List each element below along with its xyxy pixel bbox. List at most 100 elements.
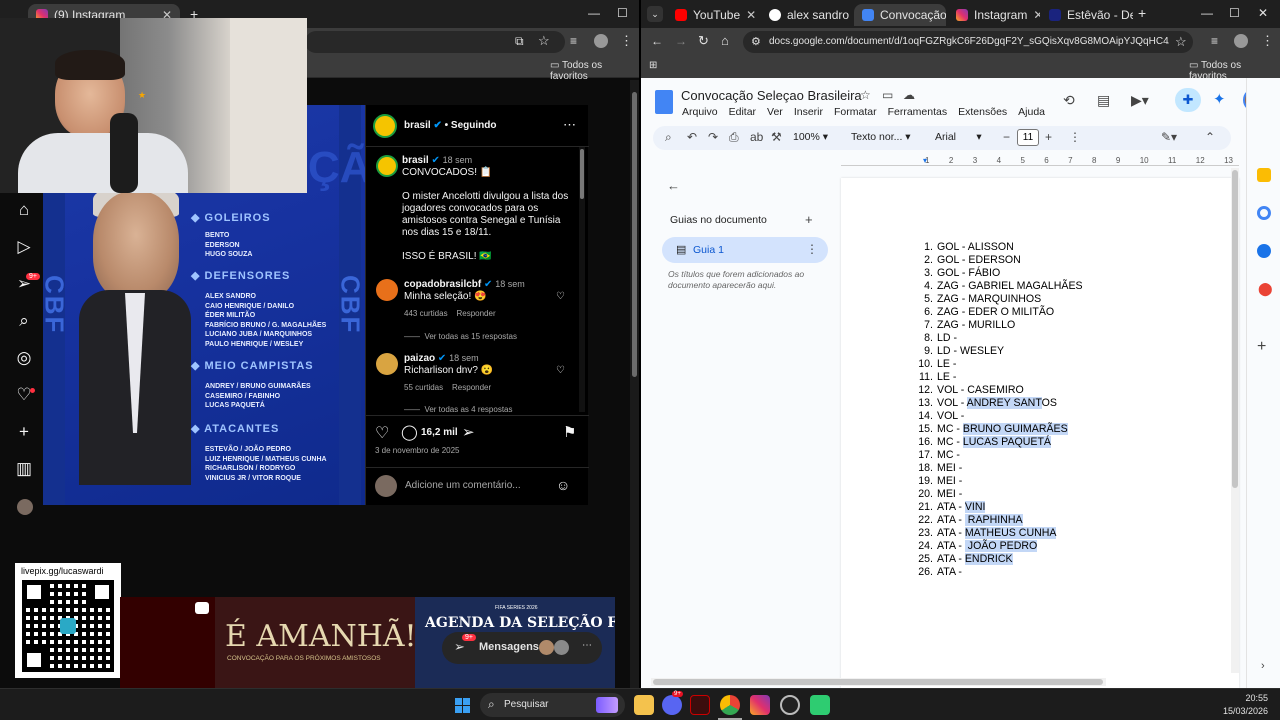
collapse-toolbar-icon[interactable]: ⌃	[1205, 130, 1215, 144]
url-text[interactable]: docs.google.com/document/d/1oqFGZRgkC6F2…	[769, 36, 1169, 47]
tab-search-icon[interactable]: ⌄	[647, 6, 663, 22]
menu-inserir[interactable]: Inserir	[794, 106, 823, 118]
bookmark-star-icon[interactable]: ☆	[1175, 34, 1187, 50]
close-window-icon[interactable]: ✕	[1258, 6, 1268, 20]
list-item[interactable]: 5. ZAG - MARQUINHOS	[917, 293, 1083, 306]
app-icon[interactable]	[690, 695, 710, 715]
more-options-icon[interactable]: ⋯	[563, 117, 576, 133]
list-item[interactable]: 11. LE -	[917, 371, 1083, 384]
list-item[interactable]: 9. LD - WESLEY	[917, 345, 1083, 358]
list-item[interactable]: 17. MC -	[917, 449, 1083, 462]
list-item[interactable]: 2. GOL - EDERSON	[917, 254, 1083, 267]
search-icon[interactable]: ⌕	[14, 311, 34, 331]
tab-instagram[interactable]: Instagram ✕	[948, 4, 1040, 26]
decrease-font-icon[interactable]: −	[1003, 130, 1010, 144]
menu-formatar[interactable]: Formatar	[834, 106, 877, 118]
meet-icon[interactable]: ▶▾	[1131, 92, 1149, 109]
discord-icon[interactable]	[662, 695, 682, 715]
font-size-input[interactable]: 11	[1017, 129, 1039, 146]
move-folder-icon[interactable]: ▭	[882, 88, 893, 102]
dashboard-icon[interactable]: ▥	[14, 459, 34, 479]
list-item[interactable]: 19. MEI -	[917, 475, 1083, 488]
docs-logo-icon[interactable]	[655, 90, 673, 114]
brasil-avatar[interactable]	[373, 114, 397, 138]
save-icon[interactable]: ⚑	[563, 423, 576, 441]
amanha-card[interactable]: É AMANHÃ! CONVOCAÇÃO PARA OS PRÓXIMOS AM…	[215, 597, 417, 688]
increase-font-icon[interactable]: +	[1045, 130, 1052, 144]
maximize-icon[interactable]: ☐	[1229, 6, 1240, 20]
caption-avatar[interactable]	[376, 155, 398, 177]
taskbar-search[interactable]: ⌕ Pesquisar	[480, 693, 625, 717]
horizontal-scrollbar[interactable]	[651, 678, 1106, 686]
doc-scrollbar[interactable]	[1231, 168, 1239, 673]
scrollbar-thumb[interactable]	[1232, 170, 1238, 488]
list-item[interactable]: 25. ATA - ENDRICK	[917, 553, 1083, 566]
share-icon[interactable]: ✚	[1175, 88, 1201, 112]
media-icon[interactable]: ≡	[1211, 34, 1218, 48]
star-icon[interactable]: ☆	[860, 88, 871, 102]
reply-link[interactable]: Responder	[452, 383, 491, 392]
media-icon[interactable]: ≡	[570, 34, 577, 48]
reels-icon[interactable]: ▷	[14, 237, 34, 257]
more-tools-icon[interactable]: ⋮	[1069, 130, 1081, 144]
forward-icon[interactable]: →	[675, 34, 687, 48]
obs-icon[interactable]	[780, 695, 800, 715]
windows-start-icon[interactable]	[455, 698, 470, 713]
tab-google[interactable]: alex sandro✕	[761, 4, 853, 26]
font-select[interactable]: Arial ▾	[935, 131, 982, 143]
menu-ferramentas[interactable]: Ferramentas	[888, 106, 948, 118]
list-item[interactable]: 1. GOL - ALISSON	[917, 241, 1083, 254]
site-info-icon[interactable]: ⚙	[751, 35, 761, 48]
print-icon[interactable]: ⎙	[729, 130, 739, 145]
bookmark-star-icon[interactable]: ☆	[538, 33, 550, 49]
address-bar[interactable]	[305, 31, 565, 53]
comment-input[interactable]: Adicione um comentário...	[405, 480, 521, 491]
scrollbar-thumb[interactable]	[632, 92, 637, 377]
scrollbar-thumb[interactable]	[580, 149, 584, 199]
profile-avatar[interactable]	[594, 34, 608, 48]
comment-avatar[interactable]	[376, 353, 398, 375]
comments-icon[interactable]: ▤	[1097, 92, 1110, 109]
minimize-icon[interactable]: —	[1201, 6, 1213, 20]
list-item[interactable]: 13. VOL - ANDREY SANTOS	[917, 397, 1083, 410]
profile-avatar[interactable]	[1234, 34, 1248, 48]
emoji-icon[interactable]: ☺	[556, 477, 570, 493]
scrollbar-thumb[interactable]	[653, 679, 1103, 685]
search-menus-icon[interactable]: ⌕	[665, 130, 672, 145]
history-icon[interactable]: ⟲	[1063, 92, 1075, 109]
list-item[interactable]: 21. ATA - VINI	[917, 501, 1083, 514]
view-replies-link[interactable]: —— Ver todas as 4 respostas	[404, 405, 513, 414]
view-replies-link[interactable]: —— Ver todas as 15 respostas	[404, 332, 517, 341]
instagram-app-icon[interactable]	[750, 695, 770, 715]
back-arrow-icon[interactable]: ←	[667, 178, 680, 193]
undo-icon[interactable]: ↶	[687, 130, 697, 144]
comment-icon[interactable]: ◯	[401, 423, 418, 441]
clock-date[interactable]: 15/03/2026	[1212, 706, 1268, 716]
list-item[interactable]: 14. VOL -	[917, 410, 1083, 423]
tab-guia-1[interactable]: ▤ Guia 1 ⋮	[662, 237, 828, 263]
list-item[interactable]: 22. ATA - RAPHINHA	[917, 514, 1083, 527]
menu-arquivo[interactable]: Arquivo	[682, 106, 718, 118]
apps-icon[interactable]: ⊞	[649, 60, 657, 71]
like-icon[interactable]: ♡	[375, 423, 389, 443]
app-icon-green[interactable]	[810, 695, 830, 715]
create-icon[interactable]: +	[14, 422, 34, 442]
add-tab-icon[interactable]: +	[805, 212, 813, 227]
comments-scrollbar[interactable]	[579, 147, 585, 412]
maximize-icon[interactable]: ☐	[617, 6, 628, 20]
home-icon[interactable]: ⌂	[14, 200, 34, 220]
tab-estevao[interactable]: Estêvão - De✕	[1041, 4, 1133, 26]
file-explorer-icon[interactable]	[634, 695, 654, 715]
like-comment-icon[interactable]: ♡	[556, 365, 565, 376]
editing-mode-icon[interactable]: ✎▾	[1161, 130, 1177, 144]
maps-icon[interactable]: ⬤	[1258, 281, 1273, 297]
list-item[interactable]: 23. ATA - MATHEUS CUNHA	[917, 527, 1083, 540]
list-item[interactable]: 12. VOL - CASEMIRO	[917, 384, 1083, 397]
new-tab-icon[interactable]: +	[1138, 5, 1146, 21]
list-item[interactable]: 10. LE -	[917, 358, 1083, 371]
list-item[interactable]: 8. LD -	[917, 332, 1083, 345]
explore-icon[interactable]: ◎	[14, 348, 34, 368]
list-item[interactable]: 3. GOL - FÁBIO	[917, 267, 1083, 280]
list-item[interactable]: 6. ZAG - EDER O MILITÃO	[917, 306, 1083, 319]
list-item[interactable]: 18. MEI -	[917, 462, 1083, 475]
